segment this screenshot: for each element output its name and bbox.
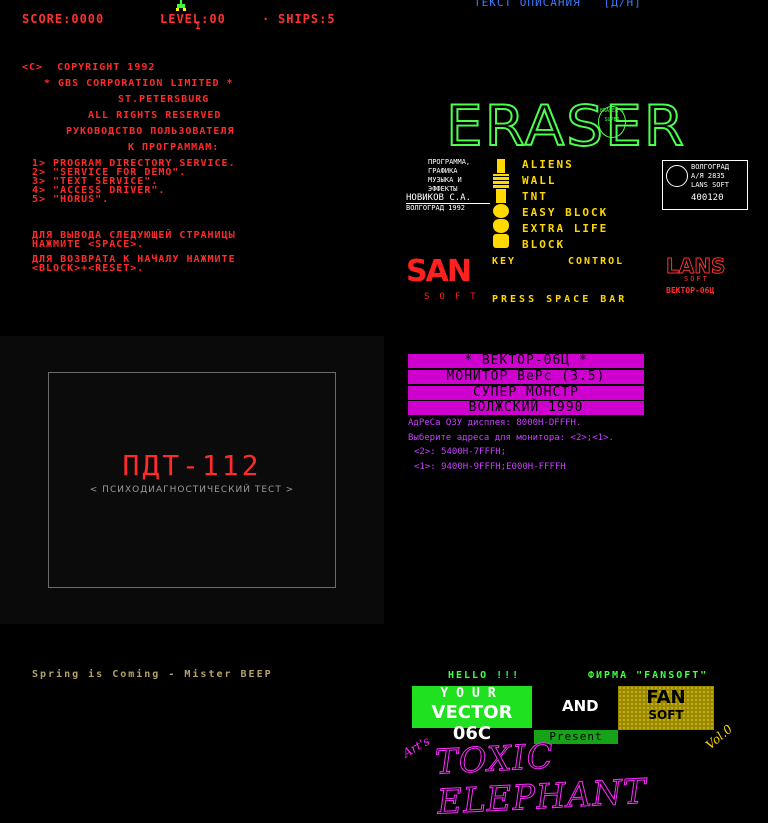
author-line: МУЗЫКА И <box>428 176 462 184</box>
heart-icon <box>493 219 509 233</box>
eraser-logo: ERASER <box>445 93 687 159</box>
legend-item: EXTRA LIFE <box>522 222 609 235</box>
legend-item: WALL <box>522 174 557 187</box>
your-vector-badge: YOUR VECTOR 06C <box>412 686 532 744</box>
alien-icon <box>497 159 505 173</box>
monitor-band: * ВЕКТОР-06Ц * <box>408 354 644 368</box>
san-soft-label: SOFT <box>424 292 486 302</box>
monitor-screen: * ВЕКТОР-06Ц * МОНИТОР ВеРс (3.5) СУПЕР … <box>384 336 768 536</box>
hint-next-2: НАЖМИТЕ <SPACE>. <box>32 239 145 250</box>
monitor-band: ВОЛЖСКИЙ 1990 <box>408 401 644 415</box>
author-box: ПРОГРАММА, ГРАФИКА МУЗЫКА И ЭФФЕКТЫ НОВИ… <box>406 158 490 212</box>
item-icons <box>490 158 512 249</box>
pdt-screen: ПДТ-112 < ПСИХОДИАГНОСТИЧЕСКИЙ ТЕСТ > <box>0 336 384 624</box>
arts-label: Art's <box>400 733 433 761</box>
manual-line: РУКОВОДСТВО ПОЛЬЗОВАТЕЛЯ <box>66 126 235 137</box>
monitor-line: АдРеСа ОЗУ дисплея: 8000Н-DFFFH. <box>408 418 582 428</box>
fansoft-logo: FAN SOFT <box>618 686 714 730</box>
your-label: YOUR <box>440 686 504 701</box>
key-label: KEY <box>492 256 517 267</box>
author-line: НОВИКОВ С.А. <box>406 194 490 204</box>
legend-item: ALIENS <box>522 158 574 171</box>
description-prompt[interactable]: ТЕКСТ ОПИСАНИЯ [Д/Н] <box>474 0 642 9</box>
company-line: * GBS CORPORATION LIMITED * <box>44 78 234 89</box>
eraser-badge: ERASER I SUPER <box>598 106 626 138</box>
author-line: ВОЛГОГРАД 1992 <box>406 204 466 212</box>
score-display: SCORE:0000 <box>22 12 105 26</box>
programs-line: К ПРОГРАММАМ: <box>128 142 220 153</box>
monitor-option-2[interactable]: <2>: 5400H-7FFFH; <box>414 447 506 457</box>
press-space-label[interactable]: PRESS SPACE BAR <box>492 294 627 305</box>
monitor-band: СУПЕР МОНСТР <box>408 386 644 400</box>
level-display: LEVEL:00 <box>160 12 226 26</box>
ships-display: SHIPS:5 <box>278 12 336 26</box>
author-line: ПРОГРАММА, <box>428 158 471 166</box>
legend-item: EASY BLOCK <box>522 206 609 219</box>
soft-label: SOFT <box>648 708 684 722</box>
firm-label: ФИРМА "FANSOFT" <box>588 670 709 681</box>
pdt-subtitle: < ПСИХОДИАГНОСТИЧЕСКИЙ ТЕСТ > <box>89 485 295 495</box>
city-line: ST.PETERSBURG <box>118 94 210 105</box>
lans-address-box: ВОЛГОГРАД А/Я 2835 LANS SOFT 400120 <box>662 160 748 210</box>
monitor-line: Выберите адреса для монитора: <2>;<1>. <box>408 433 614 443</box>
author-line: ГРАФИКА <box>428 167 458 175</box>
and-label: AND <box>562 697 599 715</box>
rights-line: ALL RIGHTS RESERVED <box>88 110 222 121</box>
wall-icon <box>493 174 509 188</box>
control-label: CONTROL <box>568 256 625 267</box>
spring-caption: Spring is Coming - Mister BEEP <box>32 669 273 680</box>
ship-icon <box>176 0 186 11</box>
vektor-logo: ВЕКТОР-06Ц <box>666 286 715 295</box>
pdt-title: ПДТ-112 <box>122 449 262 482</box>
easy-block-icon <box>493 204 509 218</box>
hint-back-2: <BLOCK>+<RESET>. <box>32 263 145 274</box>
lans-soft-label: SOFT <box>684 275 709 283</box>
legend-item: TNT <box>522 190 548 203</box>
level-sub: 1 <box>195 22 202 32</box>
copyright-line: <C> COPYRIGHT 1992 <box>22 62 156 73</box>
tnt-icon <box>496 189 506 203</box>
pdt-frame: ПДТ-112 < ПСИХОДИАГНОСТИЧЕСКИЙ ТЕСТ > <box>48 372 336 588</box>
monitor-option-1[interactable]: <1>: 9400H-9FFFH;E000H-FFFFH <box>414 462 566 472</box>
eraser-screen: ТЕКСТ ОПИСАНИЯ [Д/Н] ERASER ERASER I SUP… <box>384 0 768 384</box>
emblem-icon <box>666 165 688 187</box>
address-line: 400120 <box>691 193 724 203</box>
game-menu-screen: SCORE:0000 LEVEL:00 1 · SHIPS:5 <C> COPY… <box>0 0 384 384</box>
legend-item: BLOCK <box>522 238 566 251</box>
block-icon <box>493 234 509 248</box>
san-logo: SAN <box>406 254 472 289</box>
monitor-band: МОНИТОР ВеРс (3.5) <box>408 370 644 384</box>
hello-label: HELLO !!! <box>448 670 521 681</box>
menu-item-5[interactable]: 5> "HORUS". <box>32 194 109 205</box>
fan-label: FAN <box>646 687 686 708</box>
legend-list: ALIENS WALL TNT EASY BLOCK EXTRA LIFE BL… <box>522 158 608 254</box>
dot-separator: · <box>262 12 271 26</box>
